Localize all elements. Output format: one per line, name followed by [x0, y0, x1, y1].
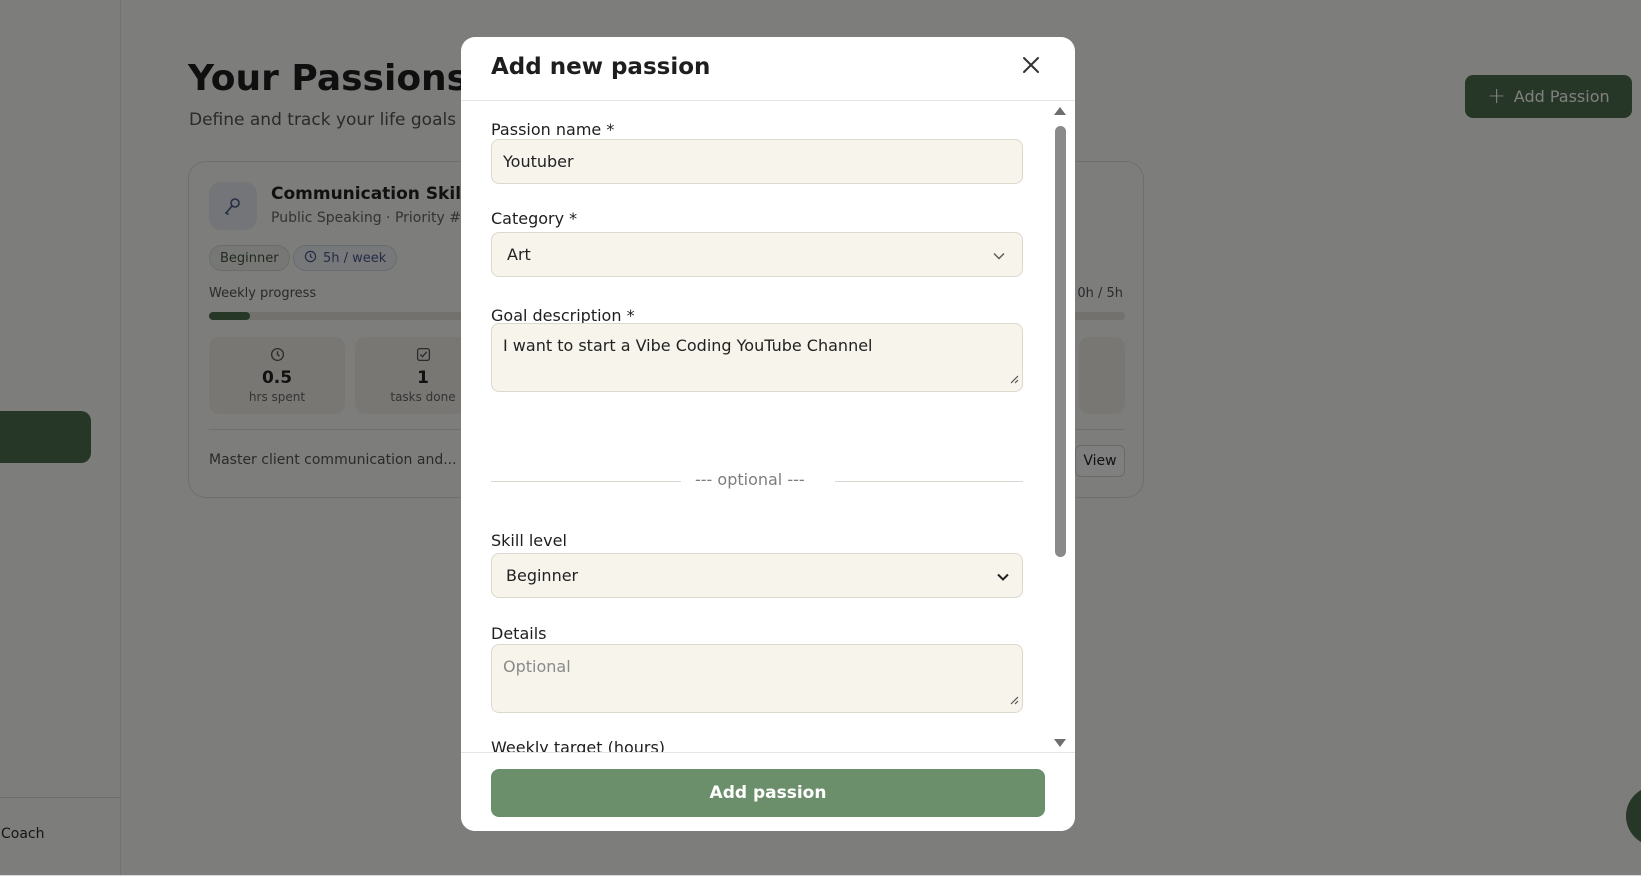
- scroll-up-arrow[interactable]: [1054, 107, 1066, 115]
- chevron-down-icon: [992, 245, 1006, 264]
- category-label: Category *: [491, 209, 578, 228]
- resize-handle-icon[interactable]: [1009, 690, 1019, 709]
- resize-handle-icon[interactable]: [1009, 369, 1019, 388]
- passion-name-input[interactable]: Youtuber: [491, 139, 1023, 184]
- details-textarea[interactable]: Optional: [491, 644, 1023, 713]
- weekly-target-label: Weekly target (hours): [491, 738, 666, 752]
- add-passion-submit-button[interactable]: Add passion: [491, 769, 1045, 817]
- passion-name-label: Passion name *: [491, 120, 615, 139]
- passion-name-value: Youtuber: [503, 152, 574, 171]
- details-label: Details: [491, 624, 547, 643]
- skill-level-select[interactable]: Beginner: [491, 553, 1023, 598]
- close-button[interactable]: [1017, 51, 1045, 79]
- window-bottom-edge: [0, 875, 1641, 889]
- optional-divider-line: [491, 481, 681, 482]
- chevron-down-icon: [996, 566, 1010, 585]
- category-value: Art: [507, 245, 531, 264]
- close-icon: [1023, 57, 1039, 73]
- add-passion-modal: Add new passion Passion name * Youtuber …: [461, 37, 1075, 831]
- skill-level-value: Beginner: [506, 566, 579, 585]
- category-select[interactable]: Art: [491, 232, 1023, 277]
- modal-header: Add new passion: [461, 37, 1075, 101]
- scroll-down-arrow[interactable]: [1054, 739, 1066, 747]
- goal-description-textarea[interactable]: I want to start a Vibe Coding YouTube Ch…: [491, 323, 1023, 392]
- skill-level-label: Skill level: [491, 531, 567, 550]
- optional-divider-line: [835, 481, 1023, 482]
- modal-footer: Add passion: [461, 752, 1075, 831]
- modal-title: Add new passion: [491, 54, 711, 80]
- optional-divider-label: --- optional ---: [695, 470, 805, 489]
- goal-description-value: I want to start a Vibe Coding YouTube Ch…: [503, 336, 873, 355]
- details-placeholder: Optional: [503, 657, 571, 676]
- scrollbar-thumb[interactable]: [1055, 126, 1066, 557]
- modal-body[interactable]: Passion name * Youtuber Category * Art G…: [461, 102, 1075, 752]
